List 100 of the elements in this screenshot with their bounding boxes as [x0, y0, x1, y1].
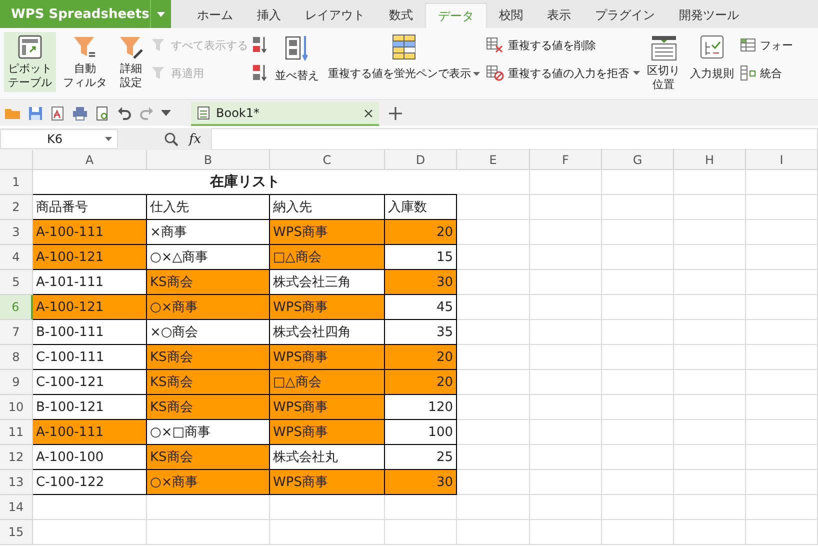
print-icon[interactable] [72, 106, 88, 120]
sort-icon [251, 63, 269, 83]
sort-icon [251, 35, 269, 55]
table-cell: □△商会 [270, 370, 385, 395]
column-header[interactable]: F [530, 150, 602, 170]
row-header[interactable]: 12 [0, 445, 33, 470]
table-cell: A-100-111 [33, 420, 147, 445]
table-cell: WPS商事 [270, 395, 385, 420]
table-cell: ○×商事 [147, 470, 270, 495]
close-icon[interactable] [364, 108, 373, 118]
document-tab[interactable]: Book1* [191, 102, 379, 126]
document-icon [197, 106, 210, 120]
prohibit-icon [486, 65, 504, 81]
app-name: WPS Spreadsheets [11, 6, 150, 22]
ribbon-tab[interactable]: レイアウト [293, 3, 377, 28]
ribbon-tab[interactable]: 校閲 [487, 3, 535, 28]
table-cell: 仕入先 [147, 195, 270, 220]
ribbon-button[interactable]: 統合 [740, 62, 793, 84]
column-header[interactable]: C [270, 150, 385, 170]
formula-input[interactable] [211, 128, 818, 150]
caret-icon [157, 12, 165, 16]
ribbon-button[interactable] [251, 62, 269, 84]
table-cell: A-100-111 [33, 220, 147, 245]
app-dropdown-button[interactable] [150, 0, 171, 28]
column-header[interactable]: D [385, 150, 457, 170]
ribbon-button[interactable]: 区切り 位置 [643, 32, 684, 94]
save-icon[interactable] [28, 106, 43, 120]
row-header[interactable]: 11 [0, 420, 33, 445]
table-cell: □△商会 [270, 245, 385, 270]
print-preview-icon[interactable] [95, 106, 110, 120]
ribbon-tab[interactable]: 挿入 [245, 3, 293, 28]
row-header[interactable]: 10 [0, 395, 33, 420]
new-tab-icon[interactable] [389, 106, 402, 120]
table-cell: B-100-111 [33, 320, 147, 345]
ribbon-button[interactable]: 重複する値を削除 [486, 34, 640, 56]
row-header[interactable]: 1 [0, 170, 33, 195]
caret-icon [105, 137, 112, 141]
ribbon-tab[interactable]: 数式 [377, 3, 425, 28]
table-cell: WPS商事 [270, 295, 385, 320]
ribbon-tab[interactable]: プラグイン [583, 3, 667, 28]
row-header[interactable]: 14 [0, 495, 33, 520]
split-icon [650, 34, 678, 62]
table-cell: WPS商事 [270, 345, 385, 370]
column-header[interactable]: H [674, 150, 746, 170]
column-header[interactable]: I [746, 150, 818, 170]
column-header[interactable]: B [147, 150, 270, 170]
table-cell: KS商会 [147, 270, 270, 295]
row-header[interactable]: 7 [0, 320, 33, 345]
form-icon [740, 38, 756, 52]
ribbon-button[interactable]: 自動 フィルタ [59, 32, 111, 92]
table-title: 在庫リスト [33, 170, 457, 195]
ribbon-button[interactable]: 入力規則 [687, 32, 737, 83]
row-header[interactable]: 9 [0, 370, 33, 395]
caret-icon[interactable] [161, 110, 171, 116]
row-header[interactable]: 13 [0, 470, 33, 495]
pivot-table-icon [17, 34, 43, 60]
table-cell: A-100-121 [33, 245, 147, 270]
column-header[interactable]: E [457, 150, 530, 170]
row-header[interactable]: 4 [0, 245, 33, 270]
function-button[interactable]: fx [185, 132, 206, 146]
ribbon-button[interactable]: 詳細 設定 [114, 32, 148, 92]
row-header[interactable]: 5 [0, 270, 33, 295]
ribbon-button[interactable]: ピボット テーブル [4, 32, 56, 92]
pdf-icon[interactable] [50, 106, 65, 120]
table-cell: KS商会 [147, 345, 270, 370]
table-cell: 20 [385, 345, 457, 370]
column-header[interactable]: A [33, 150, 147, 170]
grid-icon [392, 34, 416, 60]
table-cell: 20 [385, 370, 457, 395]
column-header[interactable]: G [602, 150, 674, 170]
funnel-icon [151, 37, 167, 53]
funnel-icon [151, 65, 167, 81]
ribbon-tab[interactable]: ホーム [185, 3, 245, 28]
row-header[interactable]: 8 [0, 345, 33, 370]
validation-icon [699, 34, 725, 60]
ribbon-button[interactable]: 並べ替え [272, 32, 322, 85]
row-header[interactable]: 3 [0, 220, 33, 245]
ribbon-tab[interactable]: 表示 [535, 3, 583, 28]
table-cell: KS商会 [147, 370, 270, 395]
table-cell: WPS商事 [270, 220, 385, 245]
table-cell: 30 [385, 470, 457, 495]
name-box[interactable]: K6 [0, 129, 118, 149]
search-icon[interactable] [164, 132, 179, 146]
table-cell: WPS商事 [270, 420, 385, 445]
table-cell: 45 [385, 295, 457, 320]
row-header[interactable]: 15 [0, 520, 33, 545]
row-header[interactable]: 2 [0, 195, 33, 220]
ribbon-button[interactable] [251, 34, 269, 56]
ribbon-button[interactable]: 重複する値の入力を拒否 [486, 62, 640, 84]
table-cell: A-100-121 [33, 295, 147, 320]
undo-icon[interactable] [117, 106, 132, 120]
ribbon-button[interactable]: フォー [740, 34, 793, 56]
document-title: Book1* [216, 106, 260, 120]
table-cell: WPS商事 [270, 470, 385, 495]
ribbon-button[interactable]: 重複する値を蛍光ペンで表示 [325, 32, 483, 83]
table-cell: KS商会 [147, 445, 270, 470]
table-cell: 20 [385, 220, 457, 245]
ribbon-tab[interactable]: 開発ツール [667, 3, 751, 28]
funnel-icon [118, 34, 144, 60]
funnel-icon [72, 34, 98, 60]
